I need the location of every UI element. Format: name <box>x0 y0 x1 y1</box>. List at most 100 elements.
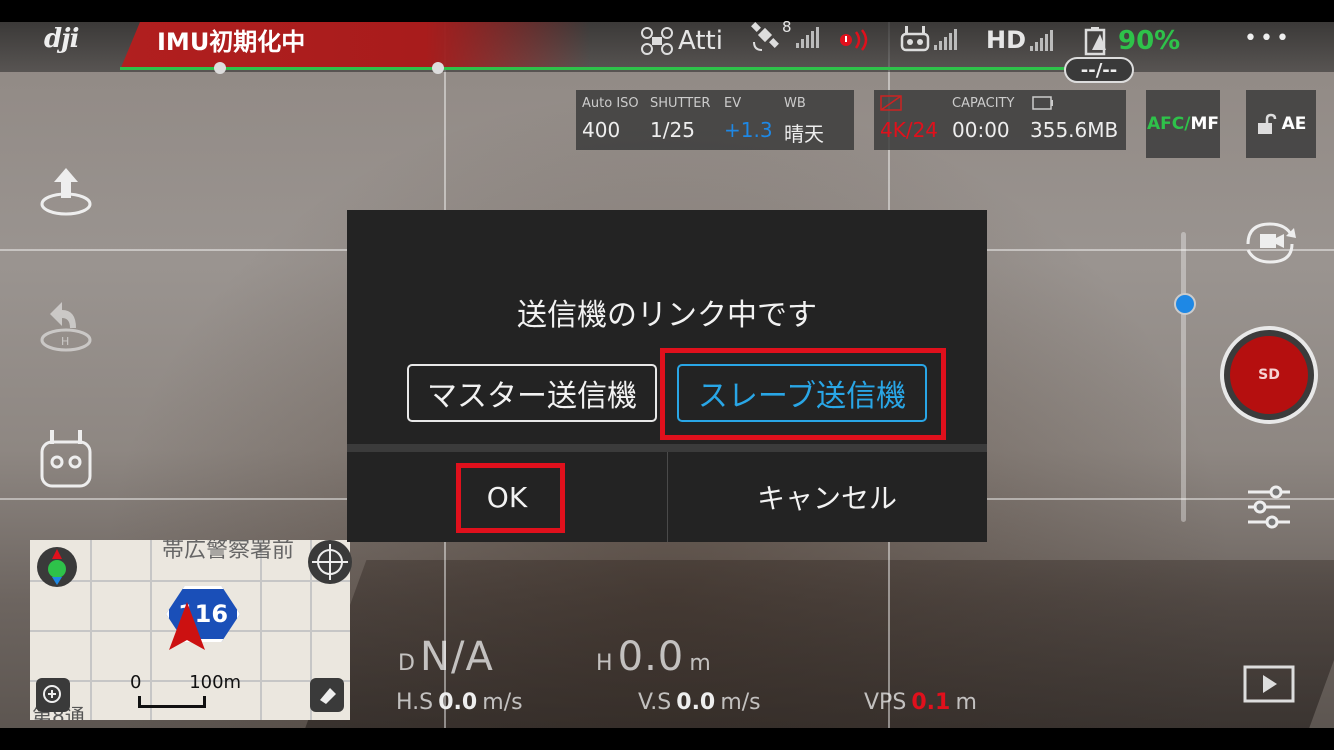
flight-time-badge: --/-- <box>1064 57 1134 83</box>
zoom-in-icon <box>43 685 61 703</box>
distance-label: D <box>398 651 415 676</box>
battery-status[interactable]: 90% <box>1082 26 1180 56</box>
svg-text:H: H <box>61 335 69 348</box>
capacity-label: CAPACITY <box>952 96 1015 111</box>
gps-status[interactable]: 8 <box>750 18 819 52</box>
storage-icon <box>1032 96 1053 110</box>
map-clear-button[interactable] <box>310 678 344 712</box>
map-scale-zero: 0 <box>130 672 142 693</box>
flight-mode-label: Atti <box>678 26 723 56</box>
dji-logo[interactable]: dji <box>44 24 79 54</box>
map-scale: 0 100m <box>130 672 241 693</box>
distance-value: N/A <box>420 634 494 680</box>
ae-label: AE <box>1281 114 1307 134</box>
rc-signal-icon <box>934 28 957 50</box>
height-label: H <box>596 651 613 676</box>
battery-percentage: 90% <box>1118 26 1181 56</box>
dialog-title: 送信機のリンク中です <box>517 298 817 333</box>
cancel-button[interactable]: キャンセル <box>667 452 987 542</box>
camera-switch-icon[interactable] <box>1238 218 1302 268</box>
slave-controller-option[interactable]: スレーブ送信機 <box>677 364 927 422</box>
eraser-icon <box>320 688 336 704</box>
flight-mode[interactable]: Atti <box>640 26 723 56</box>
ev-label: EV <box>724 96 742 111</box>
iso-value: 400 <box>582 118 621 142</box>
horizontal-speed-readout: H.S 0.0 m/s <box>396 690 523 715</box>
alert-indicator[interactable] <box>838 28 874 52</box>
remote-control-icon[interactable] <box>36 428 96 488</box>
camera-settings-panel[interactable]: Auto ISO 400 SHUTTER 1/25 EV +1.3 WB 晴天 <box>576 90 854 150</box>
vps-value: 0.1 <box>911 690 951 715</box>
mf-label: MF <box>1190 114 1219 134</box>
vps-label: VPS <box>864 690 907 715</box>
alert-signal-icon <box>840 29 868 51</box>
map-scale-distance: 100m <box>189 672 242 693</box>
level-marker <box>432 62 444 74</box>
hs-label: H.S <box>396 690 434 715</box>
satellite-icon <box>751 22 779 51</box>
storage-panel[interactable]: 4K/24 CAPACITY 00:00 355.6MB <box>874 90 1126 150</box>
focus-mode-button[interactable]: AFC/MF <box>1146 90 1220 158</box>
unlock-icon <box>1257 113 1276 134</box>
takeoff-icon[interactable] <box>36 162 96 222</box>
record-button[interactable]: SD <box>1220 326 1318 424</box>
wb-label: WB <box>784 96 806 111</box>
cancel-label: キャンセル <box>756 482 897 515</box>
map-street <box>260 540 262 720</box>
vs-unit: m/s <box>720 690 761 715</box>
gimbal-slider-track[interactable] <box>1181 232 1186 522</box>
map-scale-bar <box>138 696 206 708</box>
map-zoom-button[interactable] <box>36 678 70 712</box>
vps-readout: VPS 0.1 m <box>864 690 977 715</box>
ok-button-highlight <box>456 463 565 533</box>
map-locate-icon[interactable] <box>306 538 354 586</box>
hs-unit: m/s <box>482 690 523 715</box>
camera-settings-icon[interactable] <box>1246 484 1292 530</box>
vs-value: 0.0 <box>676 690 716 715</box>
rc-signal[interactable] <box>900 24 957 54</box>
ae-lock-button[interactable]: AE <box>1246 90 1316 158</box>
link-dialog: 送信機のリンク中です マスター送信機 スレーブ送信機 OK キャンセル <box>347 210 987 542</box>
dialog-divider <box>347 444 987 452</box>
gimbal-slider-knob[interactable] <box>1174 293 1196 315</box>
map-street <box>150 540 152 720</box>
distance-readout: D N/A <box>398 634 494 680</box>
record-time-value: 00:00 <box>952 118 1010 142</box>
vps-unit: m <box>955 690 977 715</box>
video-signal-icon <box>1030 29 1054 51</box>
video-signal[interactable]: HD <box>986 26 1054 54</box>
hs-value: 0.0 <box>438 690 478 715</box>
sd-card-icon <box>880 95 902 111</box>
return-home-icon[interactable]: H <box>36 298 96 358</box>
playback-icon[interactable] <box>1243 665 1295 703</box>
more-menu-button[interactable]: ••• <box>1244 26 1292 51</box>
afc-label: AFC/ <box>1147 114 1191 134</box>
shutter-label: SHUTTER <box>650 96 711 111</box>
storage-value: 355.6MB <box>1030 118 1119 142</box>
level-marker <box>214 62 226 74</box>
drone-icon <box>641 27 673 55</box>
satellite-count: 8 <box>782 18 792 36</box>
compass-icon[interactable] <box>35 545 79 589</box>
vertical-speed-readout: V.S 0.0 m/s <box>638 690 761 715</box>
map-street <box>90 540 92 720</box>
vs-label: V.S <box>638 690 672 715</box>
wb-value: 晴天 <box>784 122 824 146</box>
battery-level-bar <box>120 67 1090 70</box>
bottom-strip <box>0 728 1334 750</box>
aircraft-arrow-icon <box>169 602 205 650</box>
status-strip <box>0 0 1334 22</box>
iso-label: Auto ISO <box>582 96 639 111</box>
master-controller-option[interactable]: マスター送信機 <box>407 364 657 422</box>
record-sd-icon: SD <box>1230 336 1308 414</box>
ev-value: +1.3 <box>724 118 773 142</box>
battery-icon <box>1084 27 1106 56</box>
shutter-value: 1/25 <box>650 118 695 142</box>
height-readout: H 0.0 m <box>596 634 711 680</box>
resolution-value: 4K/24 <box>880 118 939 142</box>
height-value: 0.0 <box>617 634 685 680</box>
gps-signal-icon <box>795 26 819 48</box>
video-label: HD <box>986 26 1027 54</box>
status-text[interactable]: IMU初期化中 <box>157 22 305 57</box>
remote-controller-icon <box>900 26 930 52</box>
